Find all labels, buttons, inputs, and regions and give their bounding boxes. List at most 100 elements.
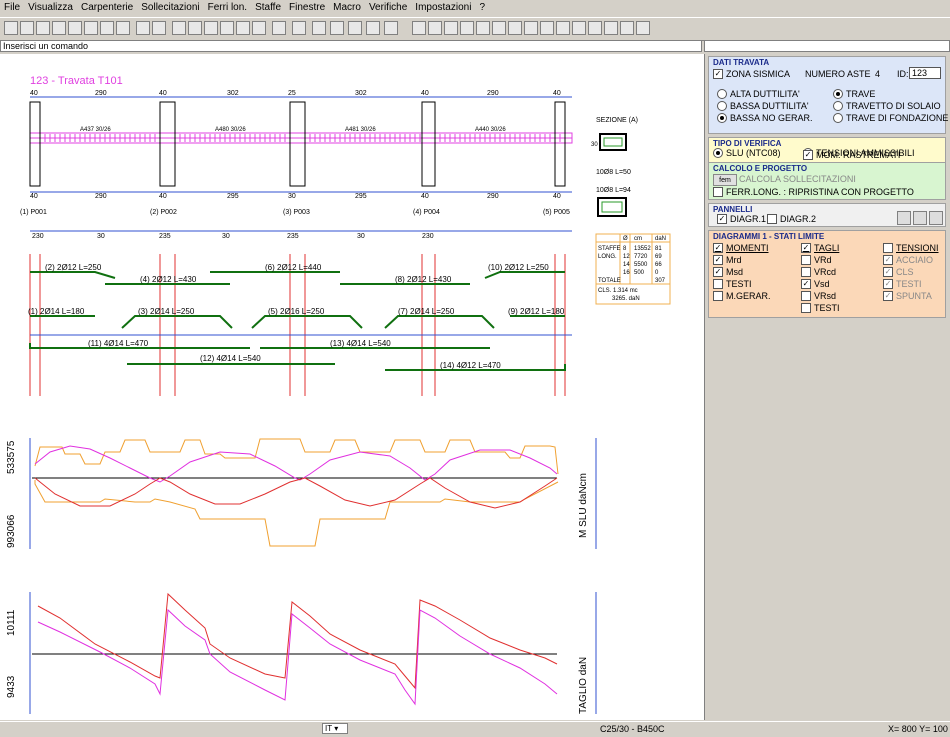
mgerar-checkbox[interactable]: M.GERAR. [713, 291, 771, 301]
toolbar-icon-33[interactable] [556, 21, 570, 35]
mrd-checkbox[interactable]: ✓ Mrd [713, 255, 742, 265]
mom-rastremati-checkbox[interactable]: ✓ MOM. RASTREMATI [803, 150, 900, 160]
radio-bassa-duttilita[interactable]: BASSA DUTTILITA' [717, 101, 809, 111]
vsd-checkbox[interactable]: ✓ Vsd [801, 279, 830, 289]
menu-finestre[interactable]: Finestre [285, 0, 329, 13]
toolbar-icon-9[interactable] [136, 21, 150, 35]
tensioni-checkbox[interactable]: TENSIONI [883, 243, 939, 253]
fem-button[interactable]: fem [713, 174, 737, 186]
toolbar-icon-34[interactable] [572, 21, 586, 35]
menu-file[interactable]: File [0, 0, 24, 13]
beam-stirrups [29, 101, 566, 187]
toolbar-icon-18[interactable] [292, 21, 306, 35]
toolbar-icon-38[interactable] [636, 21, 650, 35]
toolbar-icon-32[interactable] [540, 21, 554, 35]
shear-diagram: 10111 9433 TAGLIO daN [6, 592, 597, 714]
radio-slu[interactable]: SLU (NTC08) [713, 148, 781, 158]
toolbar-icon-4[interactable] [52, 21, 66, 35]
menu-ferrilon[interactable]: Ferri lon. [204, 0, 251, 13]
toolbar-icon-23[interactable] [384, 21, 398, 35]
testi-m-checkbox[interactable]: TESTI [713, 279, 752, 289]
top-dim-2: 40 [159, 90, 167, 97]
bar-top-4: (8) 2Ø12 L=430 [395, 275, 452, 284]
vrsd-checkbox[interactable]: VRsd [801, 291, 836, 301]
panel-tool-icon-3[interactable] [929, 211, 943, 225]
menu-carpenterie[interactable]: Carpenterie [77, 0, 137, 13]
toolbar-icon-5[interactable] [68, 21, 82, 35]
diagr1-checkbox[interactable]: ✓ DIAGR.1 [717, 214, 766, 224]
testi-t-checkbox[interactable]: ✓ TESTI [883, 279, 922, 289]
toolbar-icon-3[interactable] [36, 21, 50, 35]
msd-checkbox[interactable]: ✓ Msd [713, 267, 743, 277]
cls-checkbox[interactable]: ✓ CLS [883, 267, 914, 277]
spunta-checkbox[interactable]: ✓ SPUNTA [883, 291, 932, 301]
calcola-sollecitazioni-button[interactable]: CALCOLA SOLLECITAZIONI [739, 174, 856, 184]
toolbar-icon-7[interactable] [100, 21, 114, 35]
toolbar-icon-20[interactable] [330, 21, 344, 35]
menu-staffe[interactable]: Staffe [251, 0, 285, 13]
menu-verifiche[interactable]: Verifiche [365, 0, 411, 13]
acciaio-checkbox[interactable]: ✓ ACCIAIO [883, 255, 933, 265]
toolbar-icon-21[interactable] [348, 21, 362, 35]
toolbar-icon-13[interactable] [204, 21, 218, 35]
table-cell: TOTALE [598, 278, 621, 284]
toolbar-icon-37[interactable] [620, 21, 634, 35]
toolbar-icon-10[interactable] [152, 21, 166, 35]
radio-alta-duttilita[interactable]: ALTA DUTTILITA' [717, 89, 800, 99]
toolbar-icon-8[interactable] [116, 21, 130, 35]
toolbar-icon-30[interactable] [508, 21, 522, 35]
vrcd-checkbox[interactable]: VRcd [801, 267, 836, 277]
menu-sollecitazioni[interactable]: Sollecitazioni [137, 0, 203, 13]
ripristina-checkbox[interactable]: FERR.LONG. : RIPRISTINA CON PROGETTO [713, 187, 914, 197]
toolbar-icon-28[interactable] [476, 21, 490, 35]
toolbar-icon-36[interactable] [604, 21, 618, 35]
bottom-dim-2: 40 [159, 193, 167, 200]
toolbar-icon-27[interactable] [460, 21, 474, 35]
toolbar-icon-22[interactable] [366, 21, 380, 35]
toolbar-icon-17[interactable] [272, 21, 286, 35]
panel-tool-icon-1[interactable] [897, 211, 911, 225]
toolbar-icon-15[interactable] [236, 21, 250, 35]
panel-tool-icon-2[interactable] [913, 211, 927, 225]
weight-value: 3265. daN [612, 296, 640, 302]
command-input-secondary[interactable] [704, 40, 950, 52]
menu-macro[interactable]: Macro [329, 0, 365, 13]
toolbar-icon-35[interactable] [588, 21, 602, 35]
toolbar-icon-31[interactable] [524, 21, 538, 35]
toolbar-icon-14[interactable] [220, 21, 234, 35]
radio-trave-fondazione[interactable]: TRAVE DI FONDAZIONE [833, 113, 948, 123]
toolbar-icon-19[interactable] [312, 21, 326, 35]
pillar-labels: (1) P001 (2) P002 (3) P003 (4) P004 (5) P005 [20, 209, 570, 216]
toolbar-icon-25[interactable] [428, 21, 442, 35]
menu-visualizza[interactable]: Visualizza [24, 0, 77, 13]
radio-bassa-no-gerar[interactable]: BASSA NO GERAR. [717, 113, 813, 123]
drawing-canvas[interactable]: 123 - Travata T101 40 290 40 302 25 302 40 290 4… [0, 54, 705, 720]
radio-travetto[interactable]: TRAVETTO DI SOLAIO [833, 101, 941, 111]
toolbar-icon-26[interactable] [444, 21, 458, 35]
table-header-1: cm [634, 236, 642, 242]
toolbar-icon-12[interactable] [188, 21, 202, 35]
menu-[interactable]: ? [475, 0, 489, 13]
zona-sismica-checkbox[interactable]: ✓ ZONA SISMICA [713, 69, 790, 79]
stirrup-zone-5: 30 [357, 233, 365, 240]
toolbar-icon-1[interactable] [4, 21, 18, 35]
table-cell: 69 [655, 254, 662, 260]
toolbar-icon-16[interactable] [252, 21, 266, 35]
id-input[interactable]: 123 [909, 67, 941, 79]
radio-trave[interactable]: TRAVE [833, 89, 875, 99]
diagr2-checkbox[interactable]: DIAGR.2 [767, 214, 816, 224]
toolbar-icon-6[interactable] [84, 21, 98, 35]
toolbar-icon-24[interactable] [412, 21, 426, 35]
menu-impostazioni[interactable]: Impostazioni [411, 0, 475, 13]
vrd-checkbox[interactable]: VRd [801, 255, 832, 265]
command-input[interactable]: Inserisci un comando [0, 40, 702, 52]
momenti-checkbox[interactable]: ✓ MOMENTI [713, 243, 769, 253]
toolbar-icon-2[interactable] [20, 21, 34, 35]
tagli-checkbox[interactable]: ✓ TAGLI [801, 243, 839, 253]
testi-v-checkbox[interactable]: TESTI [801, 303, 840, 313]
status-bar: IT ▾ C25/30 - B450C X= 800 Y= 100 [0, 721, 950, 737]
section-stirrup [603, 137, 623, 147]
language-select[interactable]: IT ▾ [322, 723, 348, 734]
toolbar-icon-29[interactable] [492, 21, 506, 35]
toolbar-icon-11[interactable] [172, 21, 186, 35]
